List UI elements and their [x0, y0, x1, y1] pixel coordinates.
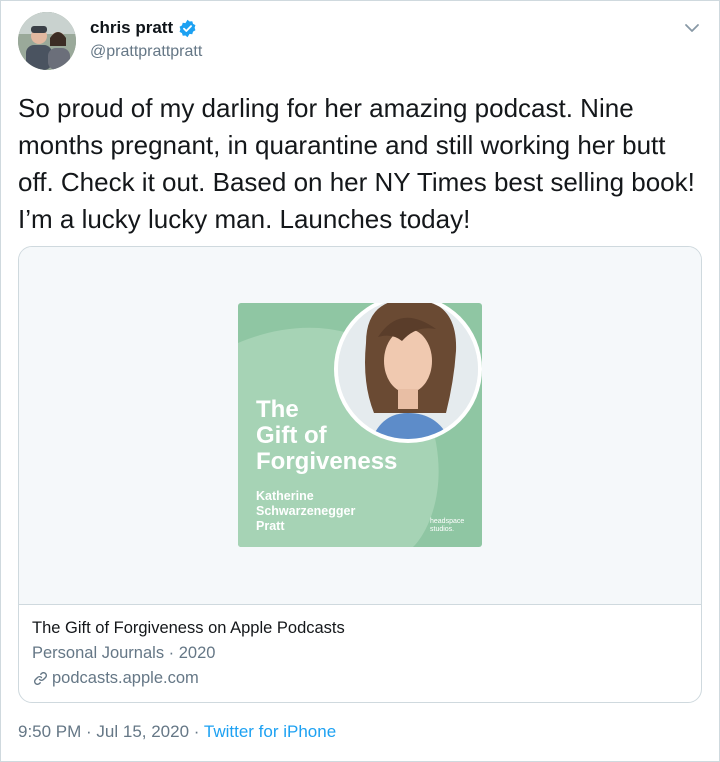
card-domain-row: podcasts.apple.com — [32, 669, 199, 688]
artwork-author: Katherine Schwarzenegger Pratt — [256, 489, 356, 533]
tweet-date[interactable]: Jul 15, 2020 — [96, 722, 189, 741]
headspace-studios-logo: headspace studios. — [430, 518, 465, 533]
meta-separator: · — [81, 722, 97, 741]
user-handle[interactable]: @prattprattpratt — [90, 43, 202, 61]
card-media: The Gift of Forgiveness Katherine Schwar… — [19, 247, 701, 605]
card-info: The Gift of Forgiveness on Apple Podcast… — [19, 605, 701, 702]
verified-badge-icon — [178, 19, 197, 38]
tweet-time[interactable]: 9:50 PM — [18, 722, 81, 741]
link-card[interactable]: The Gift of Forgiveness Katherine Schwar… — [18, 246, 702, 703]
meta-separator: · — [189, 722, 204, 741]
tweet-text: So proud of my darling for her amazing p… — [18, 93, 695, 234]
artwork-title: The Gift of Forgiveness — [256, 396, 398, 475]
chevron-down-icon[interactable] — [682, 18, 702, 38]
link-icon — [32, 670, 49, 687]
display-name-row: chris pratt — [90, 18, 197, 38]
card-domain: podcasts.apple.com — [52, 669, 199, 687]
display-name[interactable]: chris pratt — [90, 18, 173, 38]
card-title: The Gift of Forgiveness on Apple Podcast… — [32, 619, 345, 637]
avatar[interactable] — [18, 12, 76, 70]
card-subtitle: Personal Journals · 2020 — [32, 644, 216, 662]
podcast-artwork: The Gift of Forgiveness Katherine Schwar… — [238, 303, 482, 547]
tweet-source-link[interactable]: Twitter for iPhone — [204, 722, 336, 741]
tweet-meta: 9:50 PM · Jul 15, 2020 · Twitter for iPh… — [18, 722, 336, 742]
